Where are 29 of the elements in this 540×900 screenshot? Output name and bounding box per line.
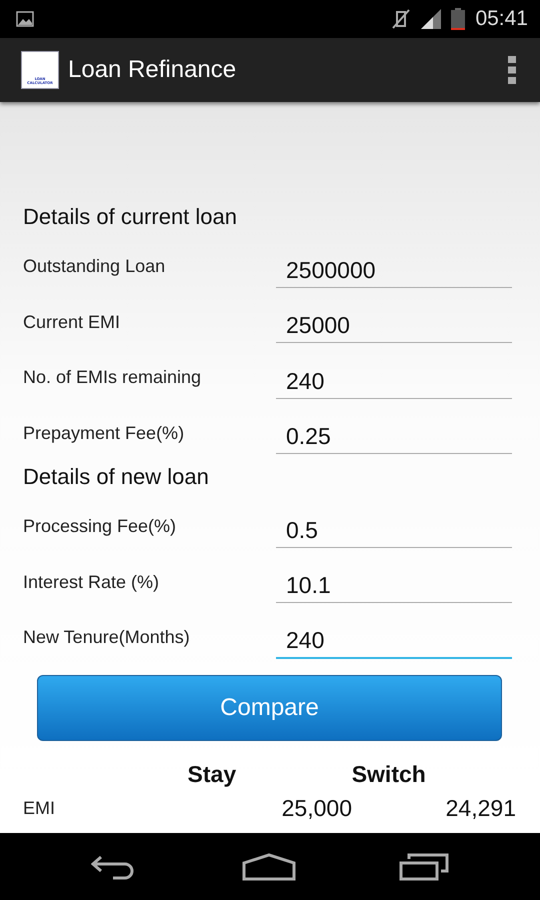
field-label: Current EMI <box>23 312 122 333</box>
signal-icon <box>421 9 442 29</box>
row-label: EMI <box>23 798 56 819</box>
app-title: Loan Refinance <box>68 56 238 84</box>
battery-icon <box>451 8 466 30</box>
section-heading: Details of current loan <box>23 203 238 231</box>
vibrate-off-icon <box>391 8 412 30</box>
compare-button[interactable]: Compare <box>37 674 502 740</box>
input-field[interactable]: 240 <box>276 364 512 399</box>
clock-time: 05:41 <box>475 7 528 31</box>
field-label: Interest Rate (%) <box>23 572 160 593</box>
input-field[interactable]: 0.5 <box>276 514 512 548</box>
input-field[interactable]: 10.1 <box>276 569 512 604</box>
overflow-menu-icon[interactable] <box>508 56 516 84</box>
input-field[interactable]: 2500000 <box>276 254 512 288</box>
field-label: Outstanding Loan <box>23 256 166 278</box>
input-field[interactable]: 240 <box>276 624 512 659</box>
picture-icon <box>16 11 34 27</box>
field-label: New Tenure(Months) <box>23 627 191 648</box>
section-heading: Details of new loan <box>23 463 210 491</box>
table-cell-text: 24,291 <box>444 795 516 822</box>
field-label: No. of EMIs remaining <box>23 367 202 388</box>
input-field[interactable]: 0.25 <box>276 420 512 454</box>
field-label: Prepayment Fee(%) <box>23 422 186 444</box>
column-heading: Stay <box>186 761 238 788</box>
column-heading: Switch <box>350 761 427 788</box>
input-field[interactable]: 25000 <box>276 309 512 344</box>
table-cell-text: 25,000 <box>280 795 352 822</box>
field-label: Processing Fee(%) <box>23 516 178 538</box>
